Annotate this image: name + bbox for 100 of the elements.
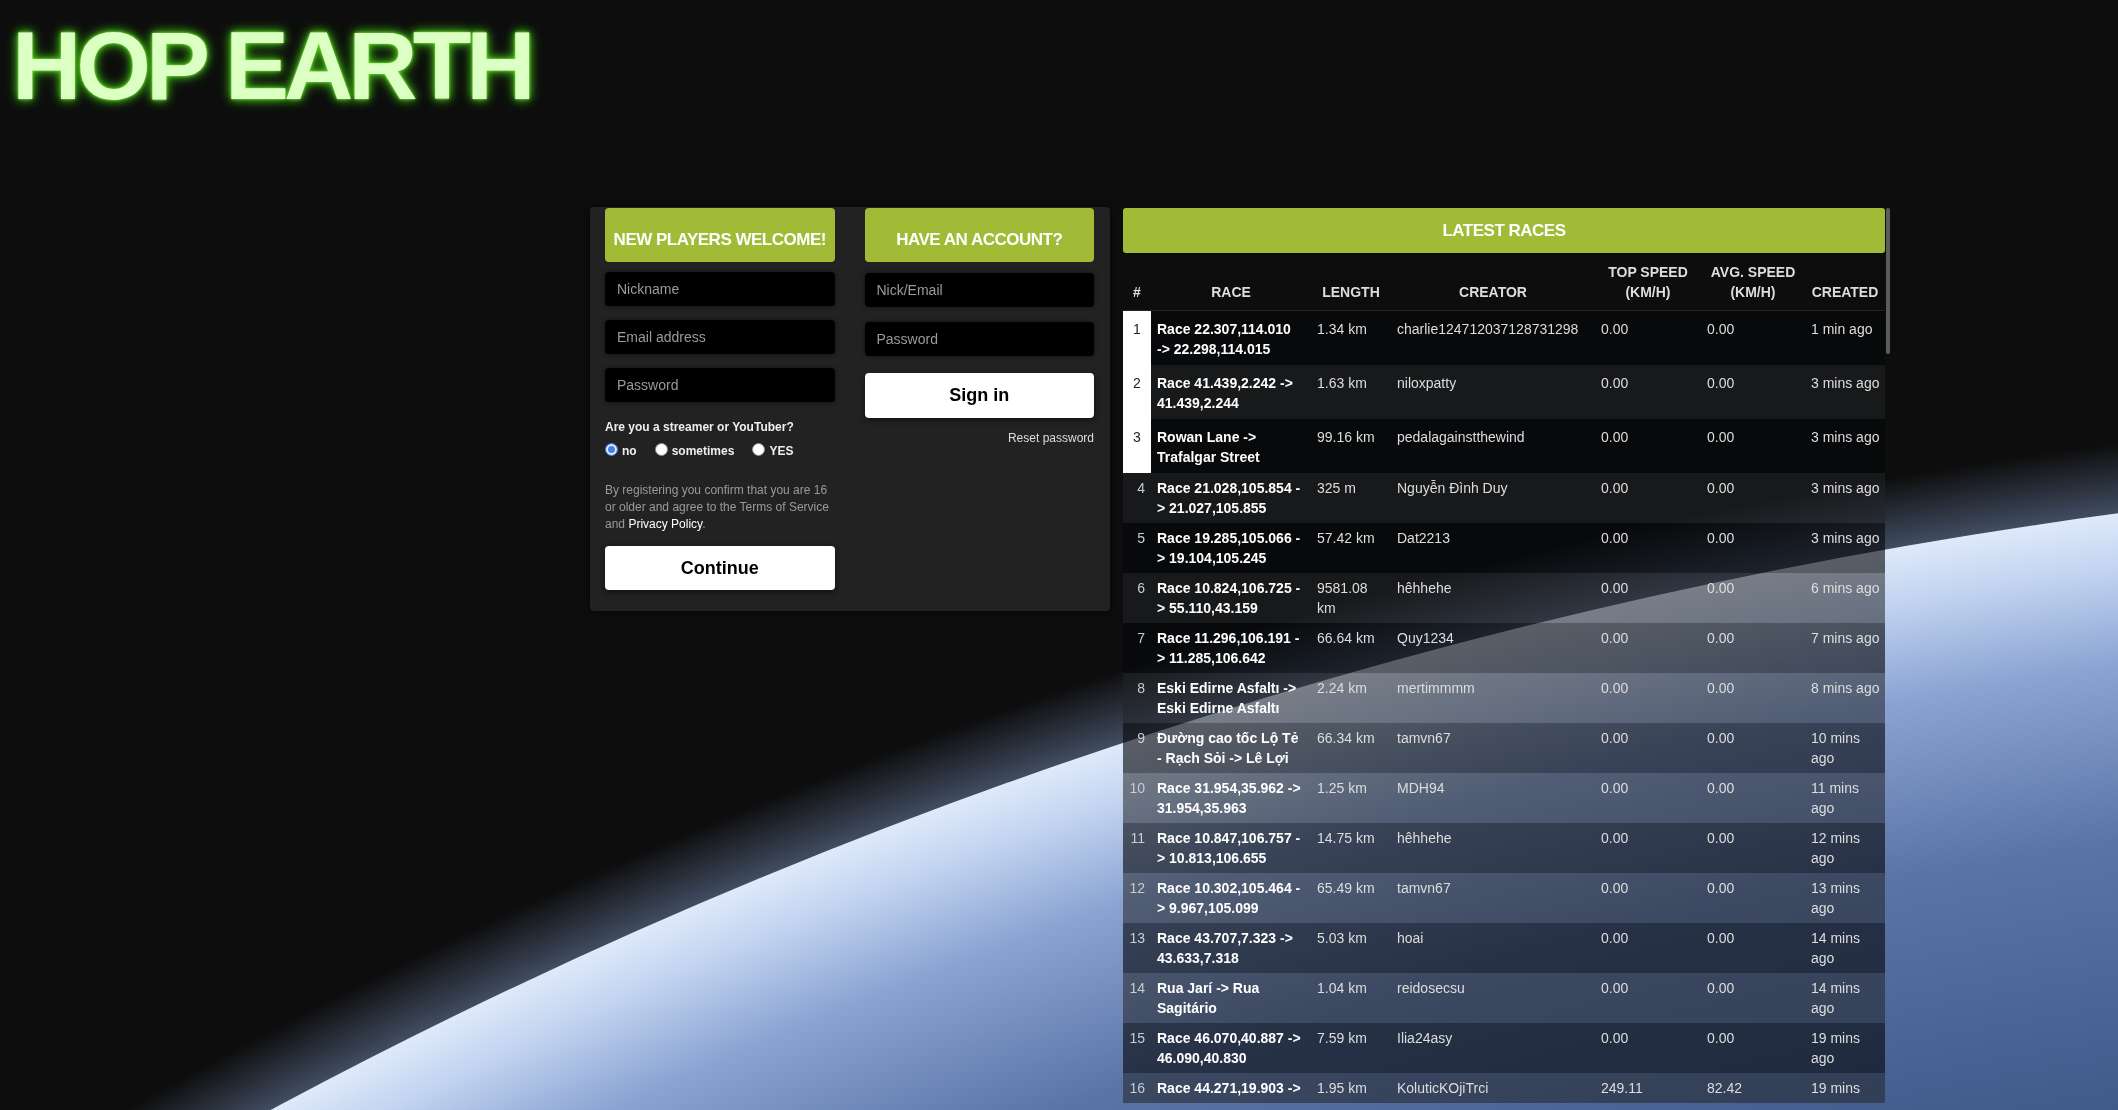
creator-cell: Ilia24asy bbox=[1391, 1023, 1595, 1073]
radio-label[interactable]: YES bbox=[769, 443, 794, 459]
length-cell: 1.63 km bbox=[1311, 365, 1391, 419]
race-cell: Race 10.824,106.725 -> 55.110,43.159 bbox=[1151, 573, 1311, 623]
length-cell: 57.42 km bbox=[1311, 523, 1391, 573]
avg-speed-cell: 0.00 bbox=[1701, 1023, 1805, 1073]
input-field[interactable]: Password bbox=[605, 368, 835, 402]
race-cell: Race 10.847,106.757 -> 10.813,106.655 bbox=[1151, 823, 1311, 873]
length-cell: 7.59 km bbox=[1311, 1023, 1391, 1073]
race-cell: Race 31.954,35.962 -> 31.954,35.963 bbox=[1151, 773, 1311, 823]
radio-label[interactable]: sometimes bbox=[671, 443, 735, 459]
avg-speed-cell: 0.00 bbox=[1701, 573, 1805, 623]
length-cell: 1.34 km bbox=[1311, 310, 1391, 365]
site-logo: HOP EARTH bbox=[12, 18, 531, 114]
creator-cell: charlie124712037128731298 bbox=[1391, 310, 1595, 365]
creator-cell: MDH94 bbox=[1391, 773, 1595, 823]
length-cell: 65.49 km bbox=[1311, 873, 1391, 923]
race-cell: Race 10.302,105.464 -> 9.967,105.099 bbox=[1151, 873, 1311, 923]
avg-speed-cell: 0.00 bbox=[1701, 873, 1805, 923]
rank-cell: 15 bbox=[1123, 1023, 1151, 1073]
radio-button[interactable] bbox=[605, 442, 618, 456]
table-row[interactable]: 11 Race 10.847,106.757 -> 10.813,106.655 14.75 km hêhhehe 0.00 0.00 12 mins ago bbox=[1123, 823, 1885, 873]
table-row[interactable]: 15 Race 46.070,40.887 -> 46.090,40.830 7.59 km Ilia24asy 0.00 0.00 19 mins ago bbox=[1123, 1023, 1885, 1073]
rank-cell: 9 bbox=[1123, 723, 1151, 773]
table-row[interactable]: 12 Race 10.302,105.464 -> 9.967,105.099 65.49 km tamvn67 0.00 0.00 13 mins ago bbox=[1123, 873, 1885, 923]
race-cell: Eski Edirne Asfaltı -> Eski Edirne Asfaltı bbox=[1151, 673, 1311, 723]
top-speed-cell: 0.00 bbox=[1595, 623, 1701, 673]
rank-cell: 7 bbox=[1123, 623, 1151, 673]
race-cell: Race 44.271,19.903 -> bbox=[1151, 1073, 1311, 1103]
created-cell: 14 mins ago bbox=[1805, 973, 1885, 1023]
rank-cell: 1 bbox=[1123, 310, 1151, 365]
created-cell: 3 mins ago bbox=[1805, 523, 1885, 573]
top-speed-cell: 0.00 bbox=[1595, 773, 1701, 823]
avg-speed-cell: 0.00 bbox=[1701, 365, 1805, 419]
creator-cell: Quy1234 bbox=[1391, 623, 1595, 673]
sign-in-button[interactable]: Sign in bbox=[864, 373, 1094, 418]
top-speed-cell: 0.00 bbox=[1595, 923, 1701, 973]
input-field[interactable]: Email address bbox=[605, 320, 835, 354]
length-cell: 99.16 km bbox=[1311, 419, 1391, 473]
race-cell: Race 21.028,105.854 -> 21.027,105.855 bbox=[1151, 473, 1311, 523]
top-speed-cell: 0.00 bbox=[1595, 973, 1701, 1023]
radio-button[interactable] bbox=[654, 442, 668, 456]
avg-speed-cell: 0.00 bbox=[1701, 419, 1805, 473]
avg-speed-cell: 0.00 bbox=[1701, 973, 1805, 1023]
top-speed-cell: 0.00 bbox=[1595, 823, 1701, 873]
avg-speed-cell: 0.00 bbox=[1701, 823, 1805, 873]
top-speed-cell: 0.00 bbox=[1595, 365, 1701, 419]
length-cell: 2.24 km bbox=[1311, 673, 1391, 723]
column-header: # bbox=[1123, 253, 1151, 311]
column-header: AVG. SPEED (KM/H) bbox=[1701, 253, 1805, 311]
table-row[interactable]: 16 Race 44.271,19.903 -> 1.95 km KoluticKOjiTrci 249.11 82.42 19 mins bbox=[1123, 1073, 1885, 1103]
continue-button[interactable]: Continue bbox=[605, 546, 835, 590]
radio-button[interactable] bbox=[752, 442, 766, 456]
race-cell: Race 41.439,2.242 -> 41.439,2.244 bbox=[1151, 365, 1311, 419]
created-cell: 11 mins ago bbox=[1805, 773, 1885, 823]
race-cell: Race 46.070,40.887 -> 46.090,40.830 bbox=[1151, 1023, 1311, 1073]
race-cell: Race 11.296,106.191 -> 11.285,106.642 bbox=[1151, 623, 1311, 673]
rank-cell: 6 bbox=[1123, 573, 1151, 623]
table-row[interactable]: 2 Race 41.439,2.242 -> 41.439,2.244 1.63 km niloxpatty 0.00 0.00 3 mins ago bbox=[1123, 365, 1885, 419]
top-speed-cell: 249.11 bbox=[1595, 1073, 1701, 1103]
length-cell: 1.25 km bbox=[1311, 773, 1391, 823]
input-field[interactable]: Nick/Email bbox=[864, 273, 1094, 307]
table-row[interactable]: 13 Race 43.707,7.323 -> 43.633,7.318 5.03 km hoai 0.00 0.00 14 mins ago bbox=[1123, 923, 1885, 973]
length-cell: 1.04 km bbox=[1311, 973, 1391, 1023]
input-field[interactable]: Nickname bbox=[605, 272, 835, 306]
created-cell: 1 min ago bbox=[1805, 310, 1885, 365]
column-header: CREATED bbox=[1805, 253, 1885, 311]
top-speed-cell: 0.00 bbox=[1595, 419, 1701, 473]
panel-header: NEW PLAYERS WELCOME! bbox=[605, 208, 835, 262]
avg-speed-cell: 0.00 bbox=[1701, 923, 1805, 973]
avg-speed-cell: 0.00 bbox=[1701, 310, 1805, 365]
length-cell: 5.03 km bbox=[1311, 923, 1391, 973]
table-row[interactable]: 7 Race 11.296,106.191 -> 11.285,106.642 66.64 km Quy1234 0.00 0.00 7 mins ago bbox=[1123, 623, 1885, 673]
avg-speed-cell: 0.00 bbox=[1701, 473, 1805, 523]
top-speed-cell: 0.00 bbox=[1595, 1023, 1701, 1073]
created-cell: 19 mins bbox=[1805, 1073, 1885, 1103]
created-cell: 19 mins ago bbox=[1805, 1023, 1885, 1073]
table-row[interactable]: 1 Race 22.307,114.010 -> 22.298,114.015 1.34 km charlie124712037128731298 0.00 0.00 1 min ago bbox=[1123, 310, 1885, 365]
table-row[interactable]: 10 Race 31.954,35.962 -> 31.954,35.963 1.25 km MDH94 0.00 0.00 11 mins ago bbox=[1123, 773, 1885, 823]
creator-cell: KoluticKOjiTrci bbox=[1391, 1073, 1595, 1103]
table-row[interactable]: 8 Eski Edirne Asfaltı -> Eski Edirne Asfaltı 2.24 km mertimmmm 0.00 0.00 8 mins ago bbox=[1123, 673, 1885, 723]
column-header: CREATOR bbox=[1391, 253, 1595, 311]
radio-label[interactable]: no bbox=[622, 443, 637, 459]
rank-cell: 14 bbox=[1123, 973, 1151, 1023]
length-cell: 66.34 km bbox=[1311, 723, 1391, 773]
rank-cell: 2 bbox=[1123, 365, 1151, 419]
table-row[interactable]: 5 Race 19.285,105.066 -> 19.104,105.245 57.42 km Dat2213 0.00 0.00 3 mins ago bbox=[1123, 523, 1885, 573]
avg-speed-cell: 0.00 bbox=[1701, 723, 1805, 773]
creator-cell: mertimmmm bbox=[1391, 673, 1595, 723]
table-row[interactable]: 9 Đường cao tốc Lộ Tẻ - Rạch Sỏi -> Lê Lợi 66.34 km tamvn67 0.00 0.00 10 mins ago bbox=[1123, 723, 1885, 773]
scrollbar-thumb[interactable] bbox=[1886, 208, 1890, 354]
avg-speed-cell: 0.00 bbox=[1701, 673, 1805, 723]
reset-password-link[interactable]: Reset password bbox=[1007, 430, 1094, 446]
creator-cell: hêhhehe bbox=[1391, 823, 1595, 873]
top-speed-cell: 0.00 bbox=[1595, 310, 1701, 365]
table-row[interactable]: 3 Rowan Lane -> Trafalgar Street 99.16 km pedalagainstthewind 0.00 0.00 3 mins ago bbox=[1123, 419, 1885, 473]
input-field[interactable]: Password bbox=[864, 322, 1094, 356]
table-row[interactable]: 14 Rua Jarí -> Rua Sagitário 1.04 km reidosecsu 0.00 0.00 14 mins ago bbox=[1123, 973, 1885, 1023]
rank-cell: 4 bbox=[1123, 473, 1151, 523]
rank-cell: 8 bbox=[1123, 673, 1151, 723]
